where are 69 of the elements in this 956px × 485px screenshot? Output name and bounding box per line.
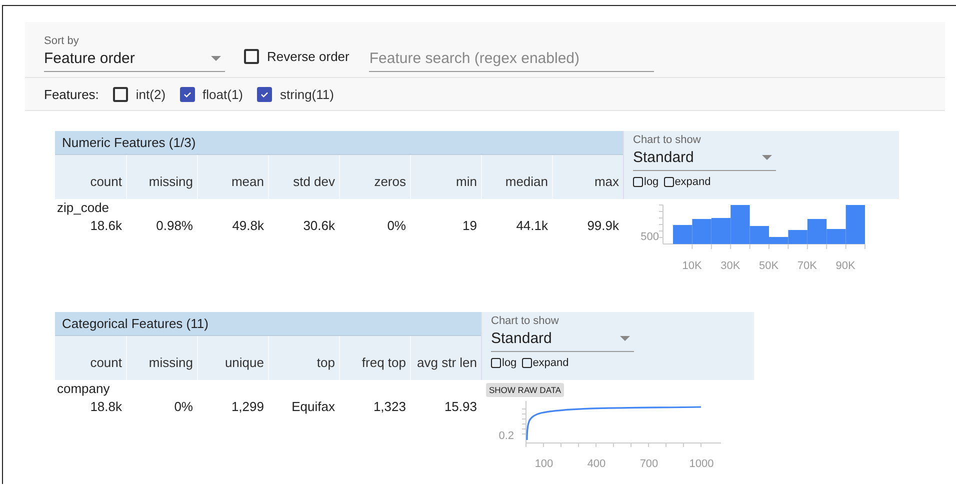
tick-label: 30K — [720, 260, 740, 272]
table-cell-text: 1,299 — [230, 399, 265, 414]
table-title: Numeric Features (1/3) — [62, 135, 196, 150]
table-cell-text: 0.98% — [155, 218, 194, 233]
checkbox-label: int(2) — [136, 86, 166, 102]
column-header: median — [481, 155, 552, 199]
checkbox-label: Reverse order — [267, 49, 350, 64]
checkbox[interactable] — [522, 358, 532, 368]
tick-label: 500 — [640, 231, 659, 243]
tick-label: 400 — [587, 458, 606, 469]
tick-label: 70K — [797, 260, 817, 272]
table-cell-text: 30.6k — [302, 218, 336, 233]
table-cell-text: 1,323 — [372, 399, 407, 414]
column-header: count — [89, 173, 123, 191]
table-cell-text: 49.8k — [231, 218, 265, 233]
checkbox[interactable] — [244, 49, 259, 64]
checkbox[interactable] — [633, 177, 643, 187]
feature-name: company — [56, 381, 111, 396]
column-header: unique — [197, 336, 268, 380]
checkbox-label: log — [502, 357, 517, 369]
caret-icon — [211, 56, 221, 61]
sort-label: Sort by — [44, 35, 80, 47]
column-header: min — [410, 155, 481, 199]
tick-label: 50K — [759, 260, 779, 272]
tick-label: 0.2 — [498, 430, 514, 442]
table-cell-text: 18.6k — [89, 218, 123, 233]
table-cell-text: Equifax — [290, 399, 336, 414]
column-header: freq top — [339, 336, 410, 380]
table-cell-text: 44.1k — [515, 218, 549, 233]
table-cell-text: 0% — [386, 218, 407, 233]
checkbox[interactable] — [180, 86, 195, 102]
caret-icon — [620, 336, 630, 341]
tick-label: 90K — [836, 260, 856, 272]
show-raw-data-button[interactable]: SHOW RAW DATA — [486, 383, 564, 397]
tick-label: 1000 — [689, 458, 714, 469]
feature-name: zip_code — [56, 200, 110, 215]
chart-dropdown[interactable]: Standard — [633, 146, 776, 171]
checkbox-label: expand — [532, 357, 569, 369]
table-cell-text: 99.9k — [586, 218, 620, 233]
chart-select-label: Chart to show — [491, 315, 560, 327]
table-cell-text: 18.8k — [89, 399, 123, 414]
column-header: std dev — [268, 155, 339, 199]
table-cell-text: 0% — [173, 399, 194, 414]
column-header: zeros — [339, 155, 410, 199]
column-header: count — [89, 354, 123, 372]
checkbox-label: float(1) — [202, 86, 244, 102]
chart-select-label: Chart to show — [633, 134, 702, 146]
caret-icon — [762, 155, 772, 160]
sort-dropdown[interactable]: Feature order — [44, 47, 225, 72]
features-label: Features: — [44, 86, 99, 102]
checkbox[interactable] — [664, 177, 674, 187]
checkbox-label: string(11) — [280, 86, 334, 102]
checkbox[interactable] — [257, 86, 272, 102]
table-cell-text: 19 — [462, 218, 478, 233]
tick-label: 700 — [640, 458, 658, 469]
column-header: top — [268, 336, 339, 380]
tick-label: 100 — [534, 458, 554, 469]
column-header: mean — [197, 155, 268, 199]
column-header: missing — [126, 336, 197, 380]
checkbox[interactable] — [112, 86, 128, 102]
search-field[interactable]: Feature search (regex enabled) — [369, 47, 654, 72]
column-header: missing — [126, 155, 197, 199]
checkbox-label: expand — [674, 176, 711, 188]
chart-dropdown[interactable]: Standard — [491, 327, 634, 352]
tick-label: 10K — [682, 260, 702, 272]
checkbox-label: log — [644, 176, 659, 188]
table-cell-text: 15.93 — [443, 399, 478, 414]
table-title: Categorical Features (11) — [62, 316, 208, 331]
checkbox[interactable] — [491, 358, 501, 368]
